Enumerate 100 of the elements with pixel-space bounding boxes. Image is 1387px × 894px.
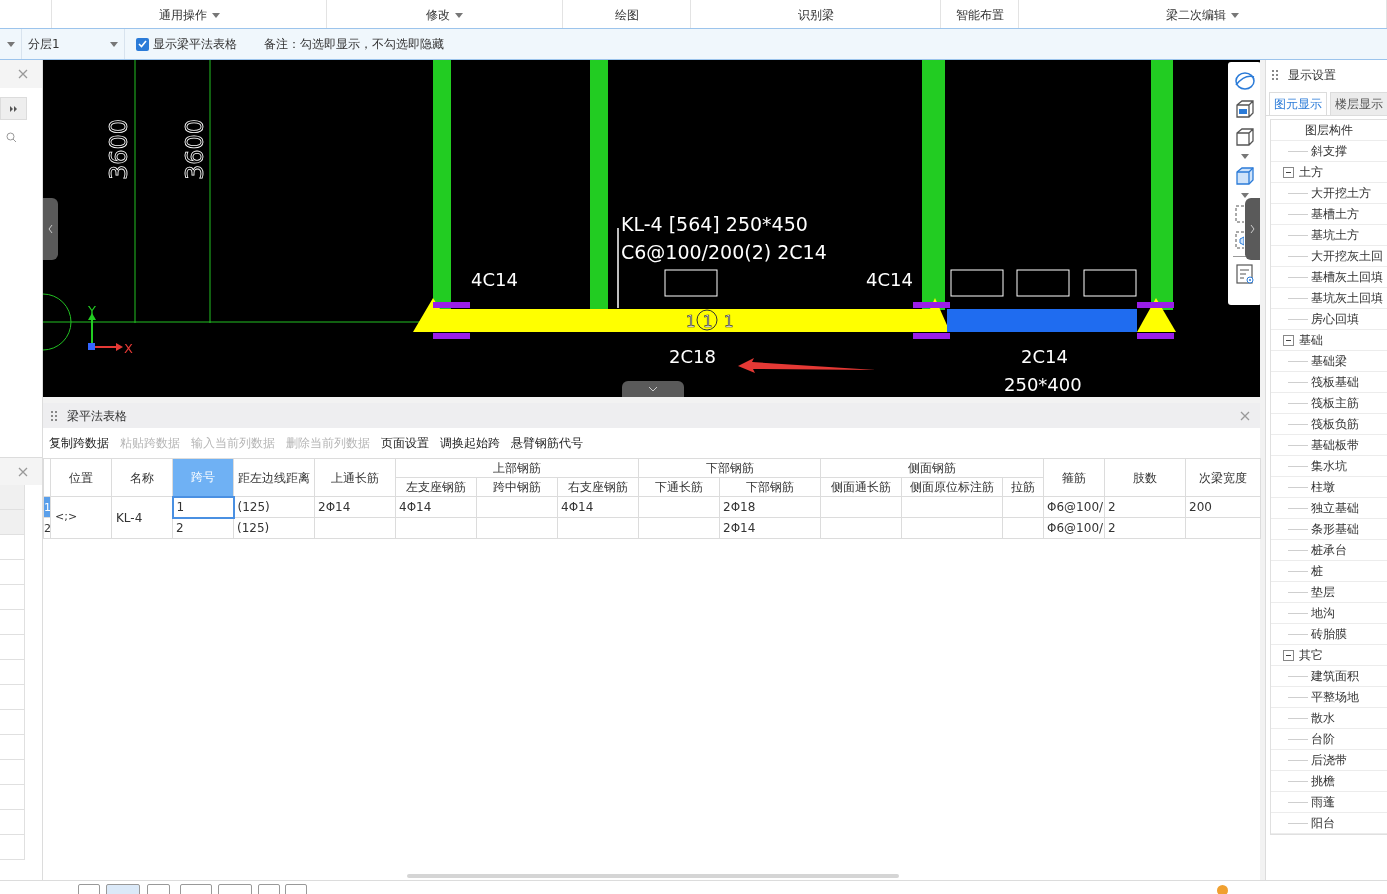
floor-select[interactable]: 分层1 — [22, 29, 125, 59]
tree-item[interactable]: 地沟 — [1311, 604, 1335, 622]
list-row[interactable] — [0, 760, 25, 785]
tree-item[interactable]: 基础板带 — [1311, 436, 1359, 454]
search-icon[interactable] — [6, 132, 17, 143]
collapse-toggle[interactable] — [1283, 334, 1294, 346]
list-view-icon[interactable] — [1233, 263, 1256, 285]
action-button[interactable]: 复制跨数据 — [49, 434, 109, 452]
show-table-checkbox[interactable]: 显示梁平法表格 — [136, 35, 237, 53]
collapse-handle[interactable] — [1245, 198, 1260, 260]
column-header[interactable]: 次梁宽度 — [1185, 458, 1261, 497]
tool-button[interactable] — [285, 884, 307, 894]
table-cell: 2 — [172, 517, 234, 539]
tree-item[interactable]: 挑檐 — [1311, 772, 1335, 790]
tree-item[interactable]: 基槽灰土回填 — [1311, 268, 1383, 286]
list-row[interactable] — [0, 660, 25, 685]
tree-item[interactable]: 桩 — [1311, 562, 1323, 580]
column-header[interactable]: 位置 — [50, 458, 112, 497]
tab[interactable]: 图元显示 — [1269, 92, 1327, 115]
tool-button[interactable] — [218, 884, 252, 894]
close-icon[interactable] — [1240, 410, 1250, 421]
ribbon-menu-button[interactable]: 智能布置 — [955, 6, 1004, 24]
list-row[interactable] — [0, 710, 25, 735]
list-row[interactable] — [0, 810, 25, 835]
tree-item[interactable]: 后浇带 — [1311, 751, 1347, 769]
tree-item[interactable]: 散水 — [1311, 709, 1335, 727]
tab[interactable]: 楼层显示 — [1330, 92, 1387, 115]
column-header[interactable]: 肢数 — [1104, 458, 1186, 497]
cube-icon[interactable] — [1233, 126, 1256, 148]
action-button[interactable]: 页面设置 — [381, 434, 429, 452]
drag-handle-icon[interactable] — [1272, 69, 1278, 81]
tree-item[interactable]: 桩承台 — [1311, 541, 1347, 559]
column-header[interactable]: 上通长筋 — [314, 458, 396, 497]
collapse-handle[interactable] — [43, 198, 58, 260]
tree-item[interactable]: 基槽土方 — [1311, 205, 1359, 223]
tree-item[interactable]: 房心回填 — [1311, 310, 1359, 328]
list-row[interactable] — [0, 560, 25, 585]
list-row[interactable] — [0, 835, 25, 860]
cube-icon[interactable] — [1233, 98, 1256, 120]
tree-item[interactable]: 筏板基础 — [1311, 373, 1359, 391]
action-button[interactable]: 调换起始跨 — [440, 434, 500, 452]
tree-item[interactable]: 基础梁 — [1311, 352, 1347, 370]
tree-item[interactable]: 土方 — [1299, 163, 1323, 181]
tool-button[interactable] — [258, 884, 280, 894]
close-icon[interactable] — [18, 69, 28, 79]
tree-item[interactable]: 阳台 — [1311, 814, 1335, 832]
drag-handle-icon[interactable] — [51, 409, 57, 422]
list-row[interactable] — [0, 785, 25, 810]
tree-item[interactable]: 集水坑 — [1311, 457, 1347, 475]
tree-item[interactable]: 筏板主筋 — [1311, 394, 1359, 412]
collapse-toggle[interactable] — [1283, 649, 1294, 661]
tree-item[interactable]: 基础 — [1299, 331, 1323, 349]
cube-icon[interactable] — [1233, 165, 1256, 187]
ribbon-menu-button[interactable]: 绘图 — [614, 6, 639, 24]
ribbon-menu-button[interactable]: 通用操作 — [158, 6, 220, 24]
tree-item[interactable]: 基坑灰土回填 — [1311, 289, 1383, 307]
tree-item[interactable]: 独立基础 — [1311, 499, 1359, 517]
dashed-select-icon[interactable] — [1234, 204, 1244, 224]
tree-item[interactable]: 垫层 — [1311, 583, 1335, 601]
tree-item[interactable]: 平整场地 — [1311, 688, 1359, 706]
ribbon-menu-button[interactable]: 识别梁 — [797, 6, 834, 24]
tree-item[interactable]: 大开挖灰土回 — [1311, 247, 1383, 265]
tree-item[interactable]: 条形基础 — [1311, 520, 1359, 538]
column-header[interactable]: 箍筋 — [1043, 458, 1105, 497]
tree-item[interactable]: 筏板负筋 — [1311, 415, 1359, 433]
list-row[interactable] — [0, 685, 25, 710]
tree-item[interactable]: 基坑土方 — [1311, 226, 1359, 244]
dashed-cube-icon[interactable] — [1234, 230, 1244, 250]
close-icon[interactable] — [18, 466, 28, 477]
list-row[interactable] — [0, 585, 25, 610]
tree-item[interactable]: 台阶 — [1311, 730, 1335, 748]
row-number[interactable]: 2 — [43, 517, 51, 539]
action-button[interactable]: 悬臂钢筋代号 — [511, 434, 583, 452]
ribbon-menu-button[interactable]: 梁二次编辑 — [1166, 6, 1239, 24]
tool-button[interactable] — [180, 884, 212, 894]
list-row[interactable] — [0, 735, 25, 760]
tool-button[interactable] — [147, 884, 170, 894]
tool-button[interactable] — [106, 884, 140, 894]
collapse-handle[interactable] — [622, 381, 684, 397]
tree-item[interactable]: 其它 — [1299, 646, 1323, 664]
tool-button[interactable] — [78, 884, 100, 894]
checkbox[interactable] — [136, 37, 149, 51]
scrollbar[interactable] — [406, 874, 899, 878]
column-header[interactable]: 名称 — [111, 458, 173, 497]
tree-item[interactable]: 斜支撑 — [1311, 142, 1347, 160]
list-row[interactable] — [0, 535, 25, 560]
axis-label: X — [124, 341, 133, 356]
ribbon-menu-button[interactable]: 修改 — [426, 6, 463, 24]
tree-item[interactable]: 柱墩 — [1311, 478, 1335, 496]
collapse-toggle[interactable] — [1283, 166, 1294, 178]
tree-item[interactable]: 雨蓬 — [1311, 793, 1335, 811]
tree-item[interactable]: 砖胎膜 — [1311, 625, 1347, 643]
list-row[interactable] — [0, 610, 25, 635]
list-row[interactable] — [0, 635, 25, 660]
expand-button[interactable] — [0, 97, 27, 120]
column-header[interactable]: 距左边线距离 — [233, 458, 315, 497]
tree-item[interactable]: 大开挖土方 — [1311, 184, 1371, 202]
label-frame — [1083, 269, 1137, 297]
orbit-icon[interactable] — [1233, 70, 1256, 92]
tree-item[interactable]: 建筑面积 — [1311, 667, 1359, 685]
